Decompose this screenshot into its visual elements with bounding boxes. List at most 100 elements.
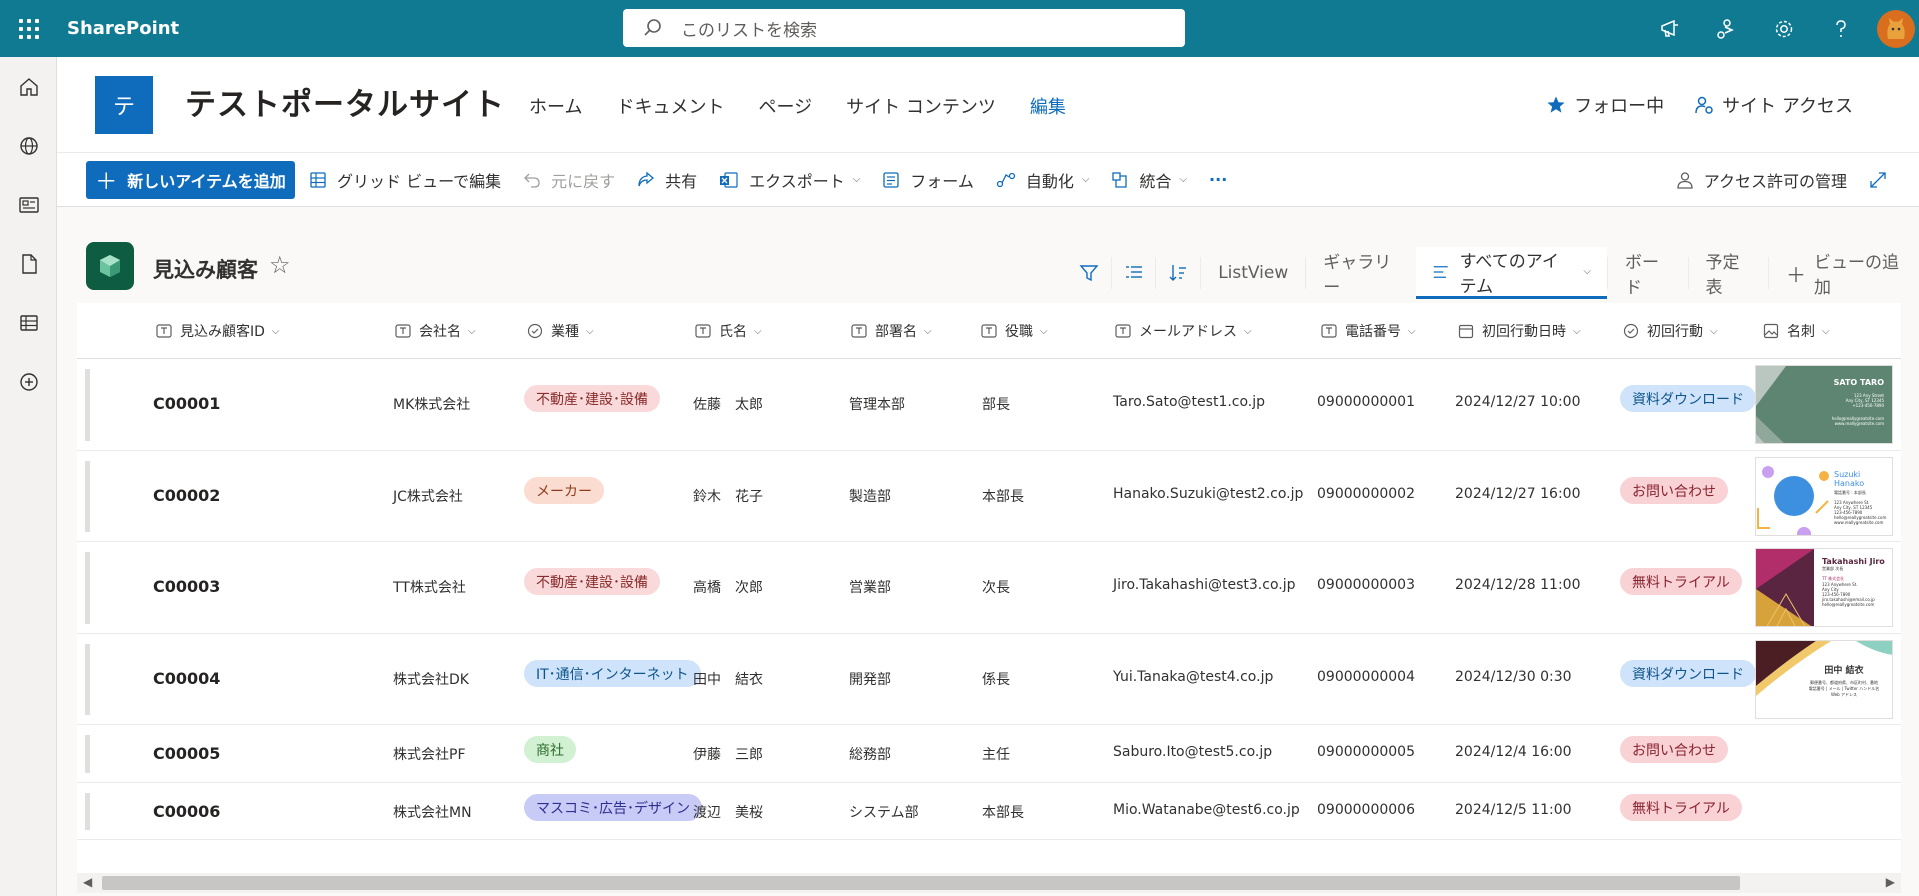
undo-button[interactable]: 元に戻す: [523, 168, 615, 192]
view-tab-calendar[interactable]: 予定表: [1689, 253, 1769, 298]
table-row[interactable]: C00006 株式会社MN マスコミ･広告･デザイン 渡辺 美桜 システム部 本…: [77, 783, 1901, 840]
nav-home[interactable]: ホーム: [529, 93, 582, 119]
business-card-image[interactable]: Takahashi Jiro 営業部 次長 TT 株式会社 123 Anywhe…: [1755, 548, 1893, 627]
row-select-bar[interactable]: [85, 552, 90, 624]
scroll-right-arrow-icon[interactable]: ▶: [1886, 875, 1895, 889]
file-icon[interactable]: [0, 234, 57, 293]
row-select-bar[interactable]: [85, 369, 90, 441]
column-header-action[interactable]: 初回行動 ⌵: [1623, 303, 1718, 359]
integrate-button[interactable]: 統合 ⌵: [1111, 168, 1187, 192]
grid-edit-label: グリッド ビューで編集: [337, 171, 502, 191]
column-label: 部署名: [875, 324, 917, 340]
view-tab-board[interactable]: ボード: [1607, 253, 1689, 298]
nav-edit[interactable]: 編集: [1030, 93, 1066, 119]
group-by-icon[interactable]: [1112, 257, 1157, 289]
filter-icon[interactable]: [1067, 257, 1112, 289]
search-box[interactable]: このリストを検索: [623, 9, 1185, 47]
table-row[interactable]: C00002 JC株式会社 メーカー 鈴木 花子 製造部 本部長 Hanako.…: [77, 451, 1901, 542]
cell-title: 本部長: [982, 805, 1024, 821]
column-header-name[interactable]: 氏名 ⌵: [695, 303, 762, 359]
column-label: 電話番号: [1345, 324, 1401, 340]
business-card-image[interactable]: SATO TARO 123 Any Street Any City, ST 12…: [1755, 365, 1893, 444]
column-header-id[interactable]: 見込み顧客ID ⌵: [156, 303, 280, 359]
view-tab-listview[interactable]: ListView: [1201, 257, 1307, 289]
follow-button[interactable]: フォロー中: [1546, 92, 1664, 118]
column-header-industry[interactable]: 業種 ⌵: [527, 303, 594, 359]
view-tab-all-items[interactable]: すべてのアイテム ⌵: [1416, 247, 1607, 299]
news-icon[interactable]: [0, 175, 57, 234]
settings-gear-icon[interactable]: [1755, 0, 1812, 57]
app-brand[interactable]: SharePoint: [67, 18, 179, 39]
announcement-icon[interactable]: [1641, 0, 1698, 57]
integrate-label: 統合: [1139, 171, 1172, 191]
card-text: 営業部 次長: [1822, 566, 1844, 571]
app-launcher-button[interactable]: [0, 0, 57, 57]
manage-access-button[interactable]: アクセス許可の管理: [1676, 168, 1847, 192]
chevron-down-icon: ⌵: [468, 325, 476, 337]
column-header-dept[interactable]: 部署名 ⌵: [851, 303, 932, 359]
add-view-button[interactable]: ＋ ビューの追加: [1768, 253, 1919, 298]
column-header-phone[interactable]: 電話番号 ⌵: [1321, 303, 1416, 359]
column-header-card[interactable]: 名刺 ⌵: [1763, 303, 1830, 359]
business-card-image[interactable]: 田中 結衣 郵便番号、都道府県、市区町村、番地 電話番号 | メール | Twi…: [1755, 640, 1893, 719]
list-app-icon: [86, 242, 134, 290]
share-button[interactable]: 共有: [637, 168, 697, 192]
create-plus-icon[interactable]: [0, 352, 57, 411]
cell-id[interactable]: C00001: [153, 394, 220, 413]
grid-edit-button[interactable]: グリッド ビューで編集: [309, 168, 501, 192]
favorite-star-icon[interactable]: ☆: [269, 251, 291, 279]
chevron-down-icon: ⌵: [1408, 325, 1416, 337]
nav-site-contents[interactable]: サイト コンテンツ: [846, 93, 996, 119]
scrollbar-thumb[interactable]: [102, 876, 1740, 890]
image-field-icon: [1763, 323, 1779, 339]
site-logo[interactable]: テ: [95, 76, 153, 134]
row-select-bar[interactable]: [85, 461, 90, 532]
card-name: Suzuki Hanako: [1834, 470, 1865, 488]
new-item-button[interactable]: ＋ 新しいアイテムを追加: [86, 160, 295, 199]
cell-id[interactable]: C00003: [153, 577, 220, 596]
table-row[interactable]: C00005 株式会社PF 商社 伊藤 三郎 総務部 主任 Saburo.Ito…: [77, 725, 1901, 783]
share-settings-icon[interactable]: [1698, 0, 1755, 57]
nav-documents[interactable]: ドキュメント: [616, 93, 724, 119]
column-header-datetime[interactable]: 初回行動日時 ⌵: [1458, 303, 1581, 359]
automate-button[interactable]: 自動化 ⌵: [996, 168, 1089, 192]
globe-icon[interactable]: [0, 116, 57, 175]
view-tab-gallery[interactable]: ギャラリー: [1306, 253, 1416, 298]
site-title[interactable]: テストポータルサイト: [185, 79, 505, 124]
cell-name: 高橋 次郎: [693, 580, 763, 596]
column-header-company[interactable]: 会社名 ⌵: [395, 303, 476, 359]
expand-button[interactable]: [1869, 171, 1897, 189]
home-icon[interactable]: [0, 57, 57, 116]
row-select-bar[interactable]: [85, 793, 90, 830]
column-header-title[interactable]: 役職 ⌵: [981, 303, 1048, 359]
export-button[interactable]: エクスポート ⌵: [719, 168, 860, 192]
sort-icon[interactable]: [1156, 257, 1202, 289]
list-icon[interactable]: [0, 293, 57, 352]
forms-button[interactable]: フォーム: [882, 168, 974, 192]
scroll-left-arrow-icon[interactable]: ◀: [83, 875, 92, 889]
list-title[interactable]: 見込み顧客: [153, 254, 258, 284]
table-row[interactable]: C00001 MK株式会社 不動産･建設･設備 佐藤 太郎 管理本部 部長 Ta…: [77, 359, 1901, 451]
cell-id[interactable]: C00002: [153, 486, 220, 505]
nav-pages[interactable]: ページ: [758, 93, 812, 119]
user-avatar[interactable]: [1877, 9, 1915, 48]
row-select-bar[interactable]: [85, 644, 90, 715]
site-access-button[interactable]: サイト アクセス: [1694, 92, 1853, 118]
star-filled-icon: [1547, 96, 1565, 113]
cell-id[interactable]: C00004: [153, 669, 220, 688]
more-options-button[interactable]: ···: [1209, 170, 1227, 189]
help-icon[interactable]: [1812, 0, 1869, 57]
table-row[interactable]: C00003 TT株式会社 不動産･建設･設備 高橋 次郎 営業部 次長 Jir…: [77, 542, 1901, 634]
horizontal-scrollbar[interactable]: ◀ ▶: [77, 873, 1901, 893]
cell-id[interactable]: C00005: [153, 744, 220, 763]
cell-datetime: 2024/12/27 16:00: [1455, 486, 1581, 502]
command-bar: ＋ 新しいアイテムを追加 グリッド ビューで編集 元に戻す 共有 エクスポート …: [57, 153, 1919, 207]
chevron-down-icon: ⌵: [1583, 266, 1591, 277]
cell-id[interactable]: C00006: [153, 802, 220, 821]
cell-dept: 営業部: [849, 580, 891, 596]
table-row[interactable]: C00004 株式会社DK IT･通信･インターネット 田中 結衣 開発部 係長…: [77, 634, 1901, 725]
column-header-email[interactable]: メールアドレス ⌵: [1115, 303, 1252, 359]
business-card-image[interactable]: Suzuki Hanako 電話番号 : 本部長 123 Anywhere St…: [1755, 457, 1893, 536]
row-select-bar[interactable]: [85, 735, 90, 773]
cell-phone: 09000000002: [1317, 486, 1415, 502]
